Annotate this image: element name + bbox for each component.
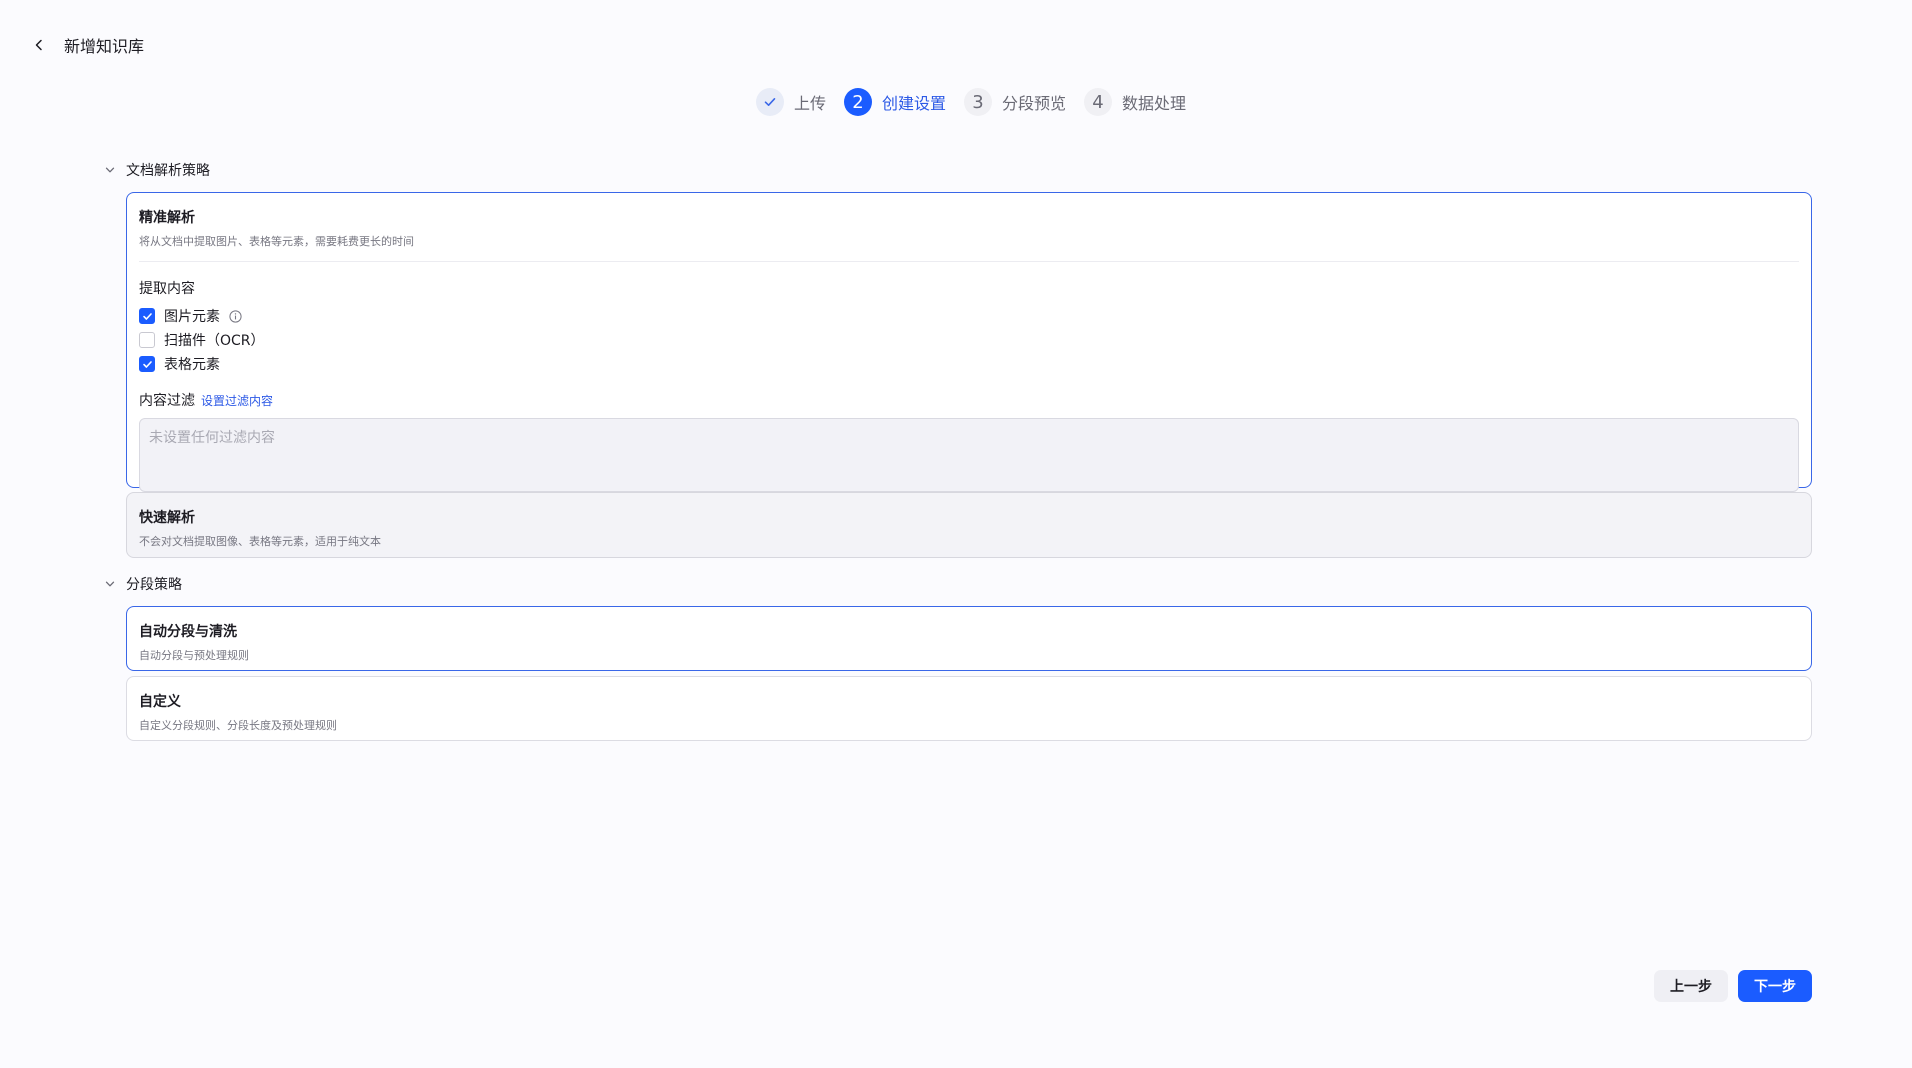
option-label: 扫描件（OCR） [164,333,265,349]
option-label: 表格元素 [164,357,220,373]
custom-segment-card[interactable]: 自定义 自定义分段规则、分段长度及预处理规则 [126,676,1812,741]
segment-section-toggle[interactable]: 分段策略 [104,574,182,594]
option-label: 图片元素 [164,309,220,325]
step-badge: 3 [964,88,992,116]
precise-parse-card[interactable]: 精准解析 将从文档中提取图片、表格等元素，需要耗费更长的时间 提取内容 图片元素… [126,192,1812,492]
step-badge: 4 [1084,88,1113,116]
check-icon [764,98,776,106]
page-header: 新增知识库 [28,30,144,60]
content-filter-row: 内容过滤 设置过滤内容 [139,390,1799,410]
checkbox-image-elements[interactable] [139,308,155,324]
step-segment-preview[interactable]: 3 分段预览 [964,88,1066,116]
step-badge: 2 [843,88,872,116]
card-desc: 自定义分段规则、分段长度及预处理规则 [139,719,337,732]
checkbox-ocr[interactable] [139,332,155,348]
chevron-left-icon [35,39,42,51]
parse-section-toggle[interactable]: 文档解析策略 [104,160,210,180]
option-image-elements[interactable]: 图片元素 [139,308,1799,325]
check-icon [142,312,152,320]
step-upload[interactable]: 上传 [755,88,826,116]
content-filter-input[interactable] [139,418,1799,492]
step-label: 数据处理 [1122,94,1187,113]
chevron-down-icon [105,167,115,173]
option-ocr[interactable]: 扫描件（OCR） [139,332,1799,349]
card-title: 精准解析 [139,210,195,226]
step-create-settings[interactable]: 2 创建设置 [843,88,946,116]
content-filter-label: 内容过滤 [139,393,195,409]
page-title: 新增知识库 [64,37,145,56]
card-desc: 将从文档中提取图片、表格等元素，需要耗费更长的时间 [139,235,414,248]
fast-parse-card[interactable]: 快速解析 不会对文档提取图像、表格等元素，适用于纯文本 [126,492,1812,558]
info-icon[interactable] [229,309,242,323]
chevron-down-icon [105,581,115,587]
step-label: 分段预览 [1002,94,1067,113]
auto-segment-card[interactable]: 自动分段与清洗 自动分段与预处理规则 [126,606,1812,671]
step-data-processing[interactable]: 4 数据处理 [1084,88,1186,116]
section-title: 文档解析策略 [126,163,210,179]
checkbox-table-elements[interactable] [139,356,155,372]
divider [139,261,1799,262]
set-filter-link[interactable]: 设置过滤内容 [201,392,273,409]
prev-step-button[interactable]: 上一步 [1654,970,1728,1002]
stepper: 上传 2 创建设置 3 分段预览 4 数据处理 [0,86,1912,118]
step-label: 上传 [793,94,826,113]
card-desc: 自动分段与预处理规则 [139,649,249,662]
option-table-elements[interactable]: 表格元素 [139,356,1799,373]
check-icon [142,360,152,368]
card-title: 快速解析 [139,510,195,526]
step-label: 创建设置 [881,94,946,113]
next-step-button[interactable]: 下一步 [1738,970,1812,1002]
back-button[interactable] [28,34,50,56]
step-badge-done [755,88,784,116]
card-desc: 不会对文档提取图像、表格等元素，适用于纯文本 [139,535,381,548]
extract-content-title: 提取内容 [139,281,195,297]
section-title: 分段策略 [126,577,182,593]
card-title: 自动分段与清洗 [139,624,237,640]
card-title: 自定义 [139,694,181,710]
